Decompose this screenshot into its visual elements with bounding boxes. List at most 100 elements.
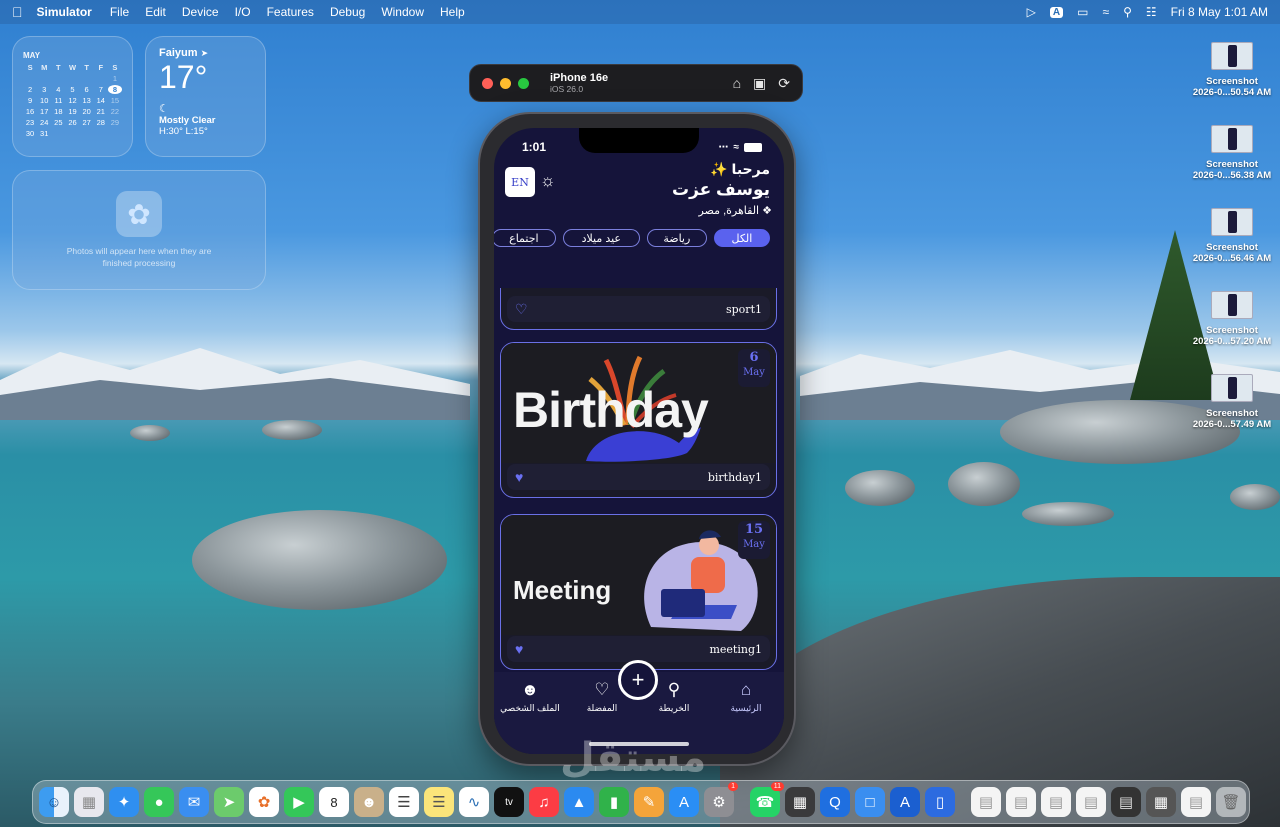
control-center-icon[interactable]: ☷	[1146, 5, 1157, 19]
calendar-icon[interactable]: 8	[319, 787, 349, 817]
calculator-icon[interactable]: ▦	[785, 787, 815, 817]
messages-icon[interactable]: ●	[144, 787, 174, 817]
tab-profile-label: الملف الشخصي	[500, 703, 560, 713]
favorite-heart-icon[interactable]: ♡	[515, 301, 528, 318]
menu-features[interactable]: Features	[267, 5, 314, 19]
menu-debug[interactable]: Debug	[330, 5, 365, 19]
tab-map[interactable]: ⚲ الخريطة	[644, 680, 704, 714]
moon-icon: ☾	[159, 103, 169, 115]
simulator-toolbar[interactable]: iPhone 16e iOS 26.0 ⌂ ▣ ⟳	[469, 64, 803, 102]
whatsapp-icon[interactable]: ☎ 11	[750, 782, 784, 817]
battery-icon[interactable]: ▭	[1077, 5, 1088, 19]
desktop-file[interactable]: Screenshot 2026-0...56.46 AM	[1190, 208, 1274, 264]
language-toggle-button[interactable]: EN	[505, 167, 535, 197]
calendar-widget[interactable]: MAY S M T W T F S 1 2 3 4 5 6 7 8 9 10 11 12 13 14 15 16 17 18 19…	[12, 36, 133, 157]
menu-file[interactable]: File	[110, 5, 129, 19]
zoom-window-button[interactable]	[518, 77, 529, 89]
calendar-day	[51, 129, 65, 138]
files-icon[interactable]: □	[855, 787, 885, 817]
document-icon[interactable]: ▤	[1041, 787, 1071, 817]
chip-sports[interactable]: رياضة	[646, 229, 707, 247]
calendar-weekday: W	[68, 63, 77, 72]
finder-icon[interactable]: ☺	[39, 787, 69, 817]
play-circle-icon[interactable]: ▷	[1027, 5, 1036, 19]
maps-icon[interactable]: ➤	[214, 787, 244, 817]
system-settings-icon[interactable]: ⚙ 1	[704, 782, 738, 817]
trash-icon[interactable]: 🗑	[1216, 787, 1246, 817]
tab-profile[interactable]: ☻ الملف الشخصي	[500, 680, 560, 714]
favorite-heart-filled-icon[interactable]: ♥	[515, 469, 523, 485]
menu-app-name[interactable]: Simulator	[37, 5, 92, 19]
xcode-instruments-icon[interactable]: A	[890, 787, 920, 817]
quicktime-icon[interactable]: Q	[820, 787, 850, 817]
screenshot-icon[interactable]: ▣	[753, 75, 766, 92]
calendar-day: 19	[68, 107, 77, 116]
sun-icon[interactable]: ☼	[540, 171, 556, 191]
calendar-day: 3	[42, 85, 47, 94]
document-icon[interactable]: ▤	[971, 787, 1001, 817]
menu-datetime[interactable]: Fri 8 May 1:01 AM	[1171, 5, 1268, 19]
launchpad-icon[interactable]: ▦	[74, 787, 104, 817]
freeform-icon[interactable]: ∿	[459, 787, 489, 817]
favorite-heart-filled-icon[interactable]: ♥	[515, 641, 523, 657]
screenshot-stack-icon[interactable]: ▤	[1111, 787, 1141, 817]
document-icon[interactable]: ▤	[1181, 787, 1211, 817]
iphone-frame: 1:01 ⋯ ≈ EN ☼ مرحبا ✨ يوسف عزت ❖ القاهرة…	[478, 112, 796, 766]
numbers-icon[interactable]: ▮	[599, 787, 629, 817]
menu-help[interactable]: Help	[440, 5, 465, 19]
music-icon[interactable]: ♫	[529, 787, 559, 817]
event-card-meeting[interactable]: Meeting 15 May ♥ meeting1	[500, 514, 777, 670]
home-icon[interactable]: ⌂	[733, 75, 741, 92]
calendar-day: 31	[40, 129, 49, 138]
minimize-window-button[interactable]	[500, 77, 511, 89]
notes-icon[interactable]: ☰	[424, 787, 454, 817]
mail-icon[interactable]: ✉	[179, 787, 209, 817]
weather-widget[interactable]: Faiyum ➤ 17° ☾ Mostly Clear H:30° L:15°	[145, 36, 266, 157]
wifi-icon[interactable]: ≈	[1102, 5, 1109, 19]
chip-all[interactable]: الكل	[713, 229, 770, 247]
app-store-icon[interactable]: A	[669, 787, 699, 817]
reminders-icon[interactable]: ☰	[389, 787, 419, 817]
menu-device[interactable]: Device	[182, 5, 219, 19]
photos-icon[interactable]: ✿	[249, 787, 279, 817]
rotate-icon[interactable]: ⟳	[778, 75, 790, 92]
apple-tv-icon[interactable]: tv	[494, 787, 524, 817]
calendar-day: 21	[96, 107, 105, 116]
calculator-stack-icon[interactable]: ▦	[1146, 787, 1176, 817]
input-source-icon[interactable]: A	[1049, 6, 1064, 18]
document-icon[interactable]: ▤	[1006, 787, 1036, 817]
photos-widget[interactable]: ✿ Photos will appear here when they are …	[12, 170, 266, 290]
contacts-icon[interactable]: ☻	[354, 787, 384, 817]
desktop-file[interactable]: Screenshot 2026-0...57.49 AM	[1190, 374, 1274, 430]
calendar-weekday: T	[56, 63, 61, 72]
chip-meeting[interactable]: اجتماع	[494, 229, 556, 247]
desktop-file[interactable]: Screenshot 2026-0...56.38 AM	[1190, 125, 1274, 181]
pages-icon[interactable]: ✎	[634, 787, 664, 817]
facetime-icon[interactable]: ▶	[284, 787, 314, 817]
search-icon[interactable]: ⚲	[1123, 5, 1132, 19]
keynote-icon[interactable]: ▲	[564, 787, 594, 817]
tab-home[interactable]: ⌂ الرئيسية	[716, 680, 776, 714]
wifi-icon: ≈	[733, 141, 740, 153]
notification-badge: 1	[728, 782, 738, 791]
menu-window[interactable]: Window	[381, 5, 424, 19]
notification-badge: 11	[770, 782, 784, 791]
simulator-icon[interactable]: ▯	[925, 787, 955, 817]
menu-io[interactable]: I/O	[235, 5, 251, 19]
calendar-day: 4	[56, 85, 61, 94]
event-card-birthday[interactable]: Birthday 6 May ♥ birthday1	[500, 342, 777, 498]
desktop-file[interactable]: Screenshot 2026-0...57.20 AM	[1190, 291, 1274, 347]
events-list[interactable]: ♡ sport1 Birthday 6 May ♥ birthday1 Meet…	[494, 288, 784, 673]
apple-menu-icon[interactable]: 	[12, 4, 23, 20]
menu-edit[interactable]: Edit	[145, 5, 166, 19]
chip-birthday[interactable]: عيد ميلاد	[562, 229, 640, 247]
close-window-button[interactable]	[482, 77, 493, 89]
date-badge: 15 May	[738, 521, 770, 559]
desktop-file[interactable]: Screenshot 2026-0...50.54 AM	[1190, 42, 1274, 98]
safari-icon[interactable]: ✦	[109, 787, 139, 817]
event-card-sport[interactable]: ♡ sport1	[500, 288, 777, 330]
tab-favorites[interactable]: ♡ المفضلة	[572, 680, 632, 714]
calendar-weekday: M	[41, 63, 48, 72]
document-icon[interactable]: ▤	[1076, 787, 1106, 817]
boulder	[192, 510, 447, 610]
